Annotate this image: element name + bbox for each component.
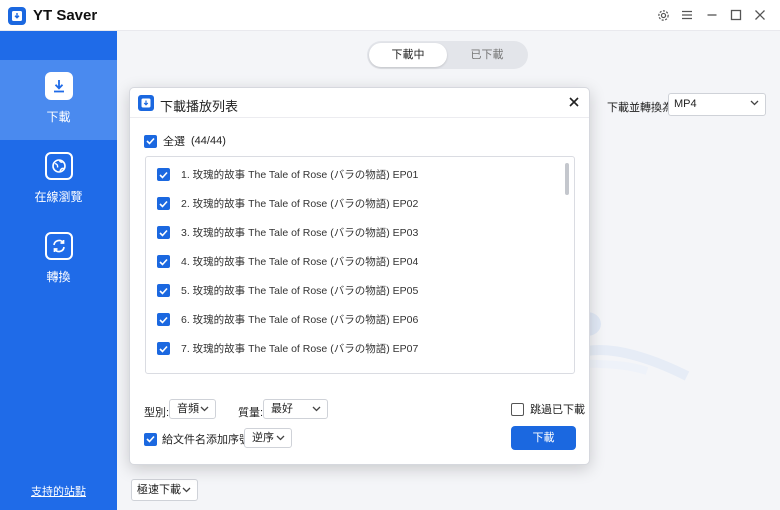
- quality-select[interactable]: 最好: [263, 399, 328, 419]
- list-item-title: 5. 玫瑰的故事 The Tale of Rose (バラの物語) EP05: [181, 285, 419, 297]
- convert-icon: [44, 232, 73, 260]
- checkbox-checked-icon[interactable]: [157, 284, 170, 297]
- tab-downloaded[interactable]: 已下載: [448, 43, 526, 67]
- format-select-value: MP4: [674, 98, 697, 110]
- sidebar-item-convert[interactable]: 轉換: [0, 220, 117, 300]
- list-item[interactable]: 3. 玫瑰的故事 The Tale of Rose (バラの物語) EP03: [146, 218, 566, 247]
- playlist-dialog: 下載播放列表 全選 (44/44) 1. 玫瑰的故事 The Tale of R…: [129, 87, 590, 465]
- dialog-title: 下載播放列表: [160, 99, 239, 114]
- sidebar-item-label: 下載: [46, 110, 71, 124]
- scrollbar-thumb[interactable]: [565, 163, 569, 195]
- sidebar-item-label: 轉換: [46, 270, 71, 284]
- select-all-label: 全選: [163, 136, 185, 148]
- download-tabs: 下載中 已下載: [367, 41, 528, 69]
- skip-downloaded-checkbox[interactable]: 跳過已下載: [511, 401, 585, 417]
- app-title: YT Saver: [33, 7, 98, 24]
- sidebar-item-browse[interactable]: 在線瀏覽: [0, 140, 117, 220]
- playlist-download-icon: [138, 95, 154, 111]
- list-item[interactable]: 5. 玫瑰的故事 The Tale of Rose (バラの物語) EP05: [146, 276, 566, 305]
- checkbox-checked-icon: [144, 134, 157, 148]
- order-select[interactable]: 逆序: [244, 428, 292, 448]
- settings-gear-icon[interactable]: [654, 6, 672, 24]
- sidebar-item-label: 在線瀏覽: [34, 190, 83, 204]
- chevron-down-icon: [276, 435, 285, 441]
- chevron-down-icon: [200, 406, 209, 412]
- checkbox-checked-icon[interactable]: [157, 342, 170, 355]
- format-select[interactable]: MP4: [668, 93, 766, 116]
- add-sequence-checkbox[interactable]: 給文件名添加序號: [144, 431, 250, 447]
- divider: [130, 117, 589, 118]
- list-item-title: 7. 玫瑰的故事 The Tale of Rose (バラの物語) EP07: [181, 343, 419, 355]
- list-item[interactable]: 6. 玫瑰的故事 The Tale of Rose (バラの物語) EP06: [146, 305, 566, 334]
- download-button[interactable]: 下載: [511, 426, 576, 450]
- order-select-value: 逆序: [252, 432, 274, 444]
- checkbox-checked-icon[interactable]: [157, 255, 170, 268]
- playlist-list[interactable]: 1. 玫瑰的故事 The Tale of Rose (バラの物語) EP01 2…: [145, 156, 575, 374]
- select-all-count: (44/44): [191, 135, 226, 147]
- list-item[interactable]: 4. 玫瑰的故事 The Tale of Rose (バラの物語) EP04: [146, 247, 566, 276]
- quality-select-value: 最好: [271, 403, 293, 415]
- type-select[interactable]: 音頻: [169, 399, 216, 419]
- checkbox-checked-icon[interactable]: [157, 226, 170, 239]
- list-item-title: 4. 玫瑰的故事 The Tale of Rose (バラの物語) EP04: [181, 256, 419, 268]
- title-bar: YT Saver: [0, 0, 780, 31]
- list-item-title: 6. 玫瑰的故事 The Tale of Rose (バラの物語) EP06: [181, 314, 419, 326]
- list-item-title: 3. 玫瑰的故事 The Tale of Rose (バラの物語) EP03: [181, 227, 419, 239]
- list-item-title: 1. 玫瑰的故事 The Tale of Rose (バラの物語) EP01: [181, 169, 419, 181]
- speed-mode-select[interactable]: 極速下載: [131, 479, 198, 501]
- dialog-close-icon[interactable]: [565, 93, 583, 111]
- list-item[interactable]: 7. 玫瑰的故事 The Tale of Rose (バラの物語) EP07: [146, 334, 566, 363]
- checkbox-checked-icon[interactable]: [157, 197, 170, 210]
- sidebar: 下載 在線瀏覽 轉換 支持的站點: [0, 31, 117, 510]
- list-item-title: 2. 玫瑰的故事 The Tale of Rose (バラの物語) EP02: [181, 198, 419, 210]
- add-sequence-label: 給文件名添加序號: [162, 434, 250, 446]
- quality-label: 質量:: [238, 407, 264, 419]
- maximize-icon[interactable]: [727, 6, 745, 24]
- menu-icon[interactable]: [678, 6, 696, 24]
- minimize-icon[interactable]: [703, 6, 721, 24]
- globe-icon: [44, 152, 73, 180]
- chevron-down-icon: [182, 487, 191, 493]
- checkbox-checked-icon[interactable]: [157, 168, 170, 181]
- checkbox-unchecked-icon: [511, 402, 524, 416]
- select-all-checkbox[interactable]: 全選 (44/44): [144, 133, 226, 149]
- speed-mode-value: 極速下載: [137, 484, 181, 496]
- convert-label: 下載並轉換為: [607, 102, 673, 114]
- chevron-down-icon: [312, 406, 321, 412]
- sidebar-item-download[interactable]: 下載: [0, 60, 117, 140]
- chevron-down-icon: [750, 100, 759, 106]
- tab-downloading[interactable]: 下載中: [369, 43, 447, 67]
- skip-downloaded-label: 跳過已下載: [530, 404, 585, 416]
- list-item[interactable]: 1. 玫瑰的故事 The Tale of Rose (バラの物語) EP01: [146, 160, 566, 189]
- type-select-value: 音頻: [177, 403, 199, 415]
- app-logo-icon: [8, 7, 26, 25]
- download-icon: [44, 72, 73, 100]
- list-item[interactable]: 2. 玫瑰的故事 The Tale of Rose (バラの物語) EP02: [146, 189, 566, 218]
- supported-sites-link[interactable]: 支持的站點: [0, 483, 117, 499]
- type-label: 型別:: [144, 407, 170, 419]
- checkbox-checked-icon: [144, 432, 157, 446]
- checkbox-checked-icon[interactable]: [157, 313, 170, 326]
- close-window-icon[interactable]: [751, 6, 769, 24]
